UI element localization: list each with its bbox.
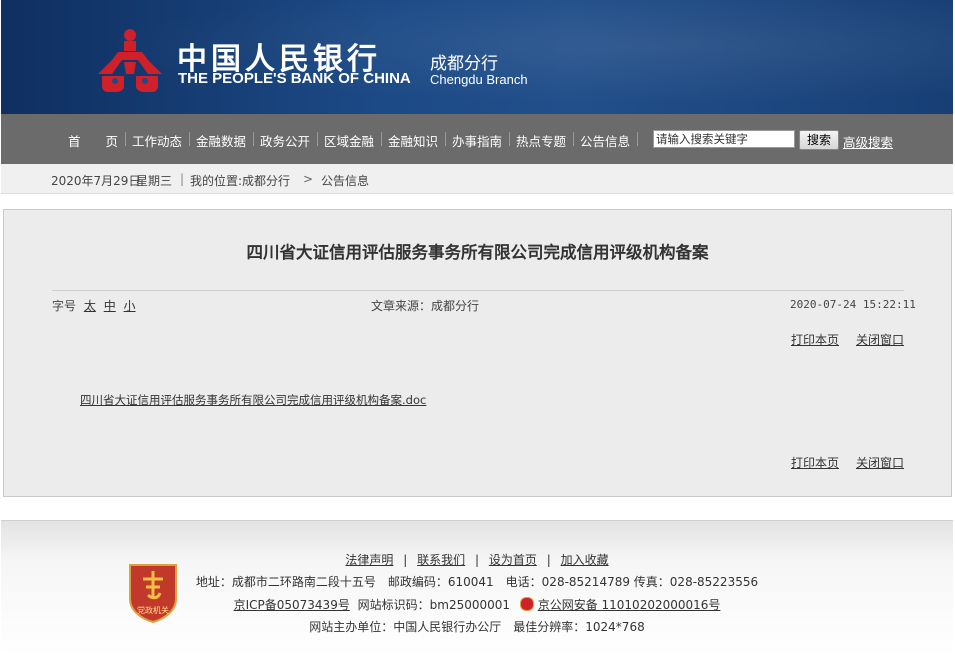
footer-links: 法律声明 | 联系我们 | 设为首页 | 加入收藏: [1, 551, 953, 568]
search-input[interactable]: [653, 130, 795, 148]
nav-separator: [125, 132, 126, 146]
police-record-link[interactable]: 京公网安备 11010202000016号: [538, 598, 721, 612]
footer-address: 地址：成都市二环路南二段十五号 邮政编码：610041 电话：028-85214…: [195, 575, 759, 589]
legal-notice-link[interactable]: 法律声明: [345, 553, 393, 567]
font-size-small[interactable]: 小: [124, 299, 136, 313]
footer-host: 网站主办单位：中国人民银行办公厅 最佳分辨率：1024*768: [309, 620, 645, 634]
close-window-link-bottom[interactable]: 关闭窗口: [856, 454, 904, 471]
site-footer: 党政机关 法律声明 | 联系我们 | 设为首页 | 加入收藏 地址：成都市二环路…: [1, 520, 953, 658]
nav-item-service-guide[interactable]: 办事指南: [452, 131, 502, 150]
branch-name-cn: 成都分行: [430, 54, 498, 74]
party-government-badge-icon[interactable]: 党政机关: [126, 561, 180, 623]
font-size-label: 字号: [52, 299, 77, 313]
article-source: 文章来源：成都分行: [371, 299, 480, 313]
footer-separator: |: [546, 553, 551, 567]
print-page-link[interactable]: 打印本页: [791, 331, 839, 348]
article-title: 四川省大证信用评估服务事务所有限公司完成信用评级机构备案: [246, 243, 709, 262]
font-size-control: 字号 太 中 小: [52, 297, 136, 314]
current-date: 2020年7月29日: [51, 174, 141, 188]
advanced-search-link[interactable]: 高级搜索: [843, 132, 893, 151]
nav-item-announcements[interactable]: 公告信息: [580, 131, 630, 150]
divider: [52, 290, 904, 291]
nav-item-work-news[interactable]: 工作动态: [132, 131, 182, 150]
nav-item-financial-knowledge[interactable]: 金融知识: [388, 131, 438, 150]
print-page-link-bottom[interactable]: 打印本页: [791, 454, 839, 471]
add-favorite-link[interactable]: 加入收藏: [561, 553, 609, 567]
nav-separator: [509, 132, 510, 146]
breadcrumb-current[interactable]: 公告信息: [321, 172, 369, 189]
close-window-link[interactable]: 关闭窗口: [856, 331, 904, 348]
breadcrumb-location[interactable]: 我的位置:成都分行: [190, 172, 290, 189]
nav-item-government-affairs[interactable]: 政务公开: [260, 131, 310, 150]
article-panel: 四川省大证信用评估服务事务所有限公司完成信用评级机构备案 字号 太 中 小 文章…: [3, 209, 952, 497]
branch-name-en: Chengdu Branch: [430, 72, 528, 87]
footer-separator: |: [403, 553, 408, 567]
nav-separator: [253, 132, 254, 146]
nav-separator: [637, 132, 638, 146]
attachment-link[interactable]: 四川省大证信用评估服务事务所有限公司完成信用评级机构备案.doc: [80, 392, 426, 408]
nav-separator: [445, 132, 446, 146]
nav-item-hot-topics[interactable]: 热点专题: [516, 131, 566, 150]
set-homepage-link[interactable]: 设为首页: [489, 553, 537, 567]
footer-separator: |: [474, 553, 480, 567]
article-datetime: 2020-07-24 15:22:11: [790, 298, 916, 311]
nav-item-financial-data[interactable]: 金融数据: [196, 131, 246, 150]
nav-separator: [573, 132, 574, 146]
current-weekday: 星期三: [136, 174, 173, 188]
font-size-medium[interactable]: 中: [104, 299, 116, 313]
icp-link[interactable]: 京ICP备05073439号: [234, 598, 350, 612]
bank-name-en: THE PEOPLE'S BANK OF CHINA: [178, 70, 411, 87]
footer-registration: 京ICP备05073439号 网站标识码：bm25000001 京公网安备 11…: [1, 596, 953, 613]
nav-separator: [381, 132, 382, 146]
breadcrumb: 2020年7月29日 星期三 | 我的位置:成都分行 > 公告信息: [1, 164, 953, 194]
chevron-right-icon: >: [303, 172, 314, 186]
site-header: 中国人民银行 THE PEOPLE'S BANK OF CHINA 成都分行 C…: [1, 0, 953, 114]
police-emblem-icon: [519, 597, 534, 611]
font-size-large[interactable]: 太: [84, 299, 96, 313]
nav-separator: [317, 132, 318, 146]
nav-item-regional-finance[interactable]: 区域金融: [324, 131, 374, 150]
nav-item-home[interactable]: 首 页: [68, 131, 118, 150]
pboc-logo-icon: [98, 29, 162, 92]
nav-separator: [189, 132, 190, 146]
search-button[interactable]: 搜索: [799, 130, 839, 150]
contact-us-link[interactable]: 联系我们: [417, 553, 465, 567]
breadcrumb-separator: |: [180, 172, 185, 186]
site-code: 网站标识码：bm25000001: [357, 598, 511, 612]
